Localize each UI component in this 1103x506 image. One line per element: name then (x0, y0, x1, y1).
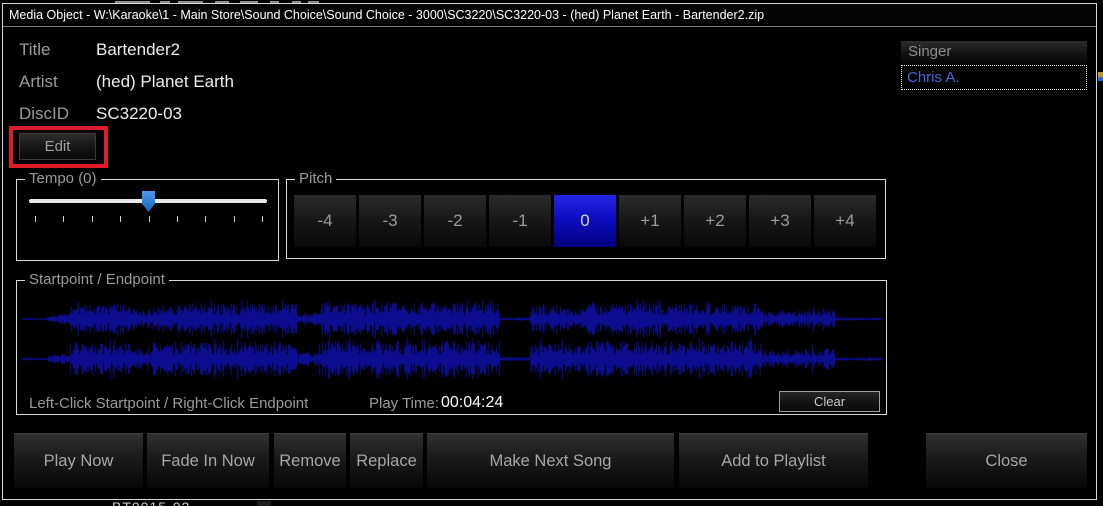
tempo-tick (92, 216, 93, 222)
background-window-fragment (1098, 77, 1103, 81)
edit-button[interactable]: Edit (19, 133, 96, 160)
pitch-button-0[interactable]: 0 (554, 195, 616, 247)
clear-button[interactable]: Clear (779, 391, 880, 412)
pitch-button--3[interactable]: -3 (359, 195, 421, 247)
fade-in-now-button[interactable]: Fade In Now (147, 433, 269, 488)
waveform-display[interactable] (22, 297, 882, 379)
discid-value: SC3220-03 (96, 104, 182, 124)
waveform-hint-text: Left-Click Startpoint / Right-Click Endp… (29, 395, 308, 412)
tempo-tick (234, 216, 235, 222)
pitch-button--2[interactable]: -2 (424, 195, 486, 247)
tempo-group-label: Tempo (0) (25, 171, 101, 187)
tempo-tick (63, 216, 64, 222)
replace-button[interactable]: Replace (350, 433, 423, 488)
singer-header: Singer (901, 41, 1087, 64)
artist-label: Artist (19, 72, 58, 92)
pitch-button-+3[interactable]: +3 (749, 195, 811, 247)
tempo-tick (35, 216, 36, 222)
pitch-button--1[interactable]: -1 (489, 195, 551, 247)
play-time-label: Play Time: (369, 395, 439, 412)
screen: BT0015-02 Media Object - W:\Karaoke\1 - … (0, 0, 1103, 506)
close-button[interactable]: Close (926, 433, 1087, 488)
pitch-button-+4[interactable]: +4 (814, 195, 876, 247)
play-now-button[interactable]: Play Now (14, 433, 143, 488)
pitch-button-+1[interactable]: +1 (619, 195, 681, 247)
pitch-button-+2[interactable]: +2 (684, 195, 746, 247)
background-row-discid: BT0015-02 (112, 500, 190, 506)
play-time-value: 00:04:24 (441, 394, 503, 412)
pitch-group-label: Pitch (295, 171, 336, 187)
remove-button[interactable]: Remove (274, 433, 346, 488)
pitch-group: Pitch -4-3-2-10+1+2+3+4 (286, 179, 886, 259)
title-value: Bartender2 (96, 40, 180, 60)
tempo-group: Tempo (0) (16, 179, 279, 261)
window-title: Media Object - W:\Karaoke\1 - Main Store… (9, 8, 764, 22)
add-to-playlist-button[interactable]: Add to Playlist (679, 433, 868, 488)
title-label: Title (19, 40, 51, 60)
make-next-song-button[interactable]: Make Next Song (427, 433, 674, 488)
tempo-tick (262, 216, 263, 222)
media-object-dialog: Media Object - W:\Karaoke\1 - Main Store… (2, 3, 1097, 500)
pitch-button--4[interactable]: -4 (294, 195, 356, 247)
discid-label: DiscID (19, 104, 69, 124)
tempo-tick (205, 216, 206, 222)
tempo-tick (177, 216, 178, 222)
startpoint-endpoint-group: Startpoint / Endpoint Left-Click Startpo… (16, 280, 887, 415)
tempo-slider-thumb[interactable] (142, 191, 155, 212)
singer-field[interactable]: Chris A. (901, 65, 1087, 90)
tempo-tick (149, 216, 150, 222)
artist-value: (hed) Planet Earth (96, 72, 234, 92)
window-titlebar[interactable]: Media Object - W:\Karaoke\1 - Main Store… (3, 4, 1096, 27)
tempo-tick (120, 216, 121, 222)
startpoint-group-label: Startpoint / Endpoint (25, 272, 169, 288)
background-window-fragment (257, 501, 271, 506)
